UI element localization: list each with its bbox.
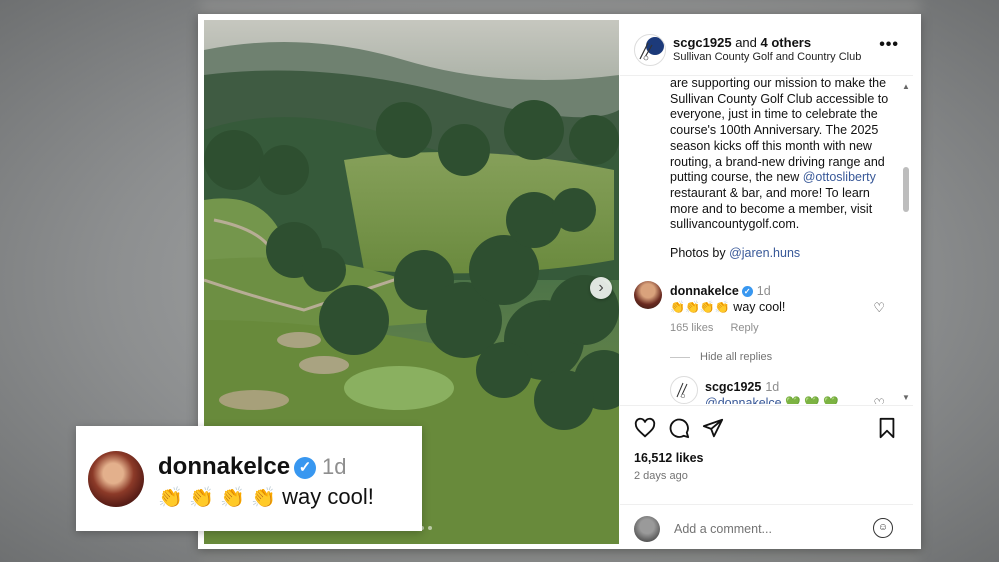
comment-likes[interactable]: 165 likes <box>670 322 713 334</box>
add-comment-bar: Add a comment... ☺ <box>620 504 913 545</box>
post-caption: are supporting our mission to make the S… <box>670 76 895 233</box>
caption-text: are supporting our mission to make the S… <box>670 76 889 185</box>
reply-mention-link[interactable]: @donnakelce <box>705 396 782 404</box>
reply-username[interactable]: scgc1925 1d <box>705 380 779 394</box>
callout-text-body: way cool! <box>282 484 374 509</box>
comment-meta: 165 likes Reply <box>670 322 773 334</box>
commenter-avatar[interactable] <box>634 281 662 309</box>
author-subtitle[interactable]: Sullivan County Golf and Country Club <box>673 51 861 63</box>
golf-logo-icon <box>676 382 688 399</box>
reply-button[interactable]: Reply <box>730 322 758 334</box>
divider <box>670 357 690 358</box>
others-count[interactable]: 4 others <box>761 35 812 50</box>
reply-avatar[interactable] <box>670 376 698 404</box>
post-header: scgc1925 and 4 others Sullivan County Go… <box>620 20 913 76</box>
clap-icon: 👏 <box>684 300 700 314</box>
clap-icon: 👏 <box>251 487 276 509</box>
emoji-icon[interactable]: ☺ <box>873 518 893 538</box>
credit-prefix: Photos by <box>670 246 730 260</box>
clap-icon: 👏 <box>158 487 183 509</box>
bookmark-icon[interactable] <box>876 417 898 439</box>
clap-icon: 👏 <box>714 300 730 314</box>
post-author[interactable]: scgc1925 and 4 others <box>673 35 811 50</box>
post-actions: 16,512 likes 2 days ago <box>620 405 913 514</box>
next-image-button[interactable]: › <box>590 277 612 299</box>
caption-text-end: restaurant & bar, and more! To learn mor… <box>670 185 873 232</box>
comment-input[interactable]: Add a comment... <box>674 522 772 536</box>
current-user-avatar <box>634 516 660 542</box>
others-text: and <box>735 35 757 50</box>
clap-icon: 👏 <box>189 487 214 509</box>
comment-username-text[interactable]: donnakelce <box>670 284 739 298</box>
comment-username[interactable]: donnakelce ✓ 1d <box>670 284 771 298</box>
comment-like-heart-icon[interactable]: ♡ <box>873 300 885 316</box>
reply-text: @donnakelce 💚 💚 💚 <box>705 396 839 404</box>
callout-username: donnakelce ✓ 1d <box>158 453 347 481</box>
heart-icon[interactable] <box>634 417 656 439</box>
green-hearts: 💚 💚 💚 <box>785 396 839 404</box>
comment-text: 👏👏👏👏 way cool! <box>670 300 785 314</box>
verified-icon: ✓ <box>294 456 317 479</box>
caption-mention-link[interactable]: @ottosliberty <box>803 170 876 184</box>
clap-icon: 👏 <box>670 300 685 314</box>
callout-avatar <box>88 451 144 507</box>
like-count[interactable]: 16,512 likes <box>634 451 704 465</box>
callout-username-text: donnakelce <box>158 453 291 480</box>
share-icon[interactable] <box>702 417 724 439</box>
comments-scrollbar[interactable]: ▲ ▼ <box>902 82 910 402</box>
comment-text-body: way cool! <box>733 300 786 314</box>
scroll-down-icon[interactable]: ▼ <box>902 393 910 402</box>
scrollbar-thumb[interactable] <box>903 167 909 212</box>
photo-credit: Photos by @jaren.huns <box>670 246 800 260</box>
golf-logo-icon <box>639 37 664 61</box>
scroll-up-icon[interactable]: ▲ <box>902 82 910 91</box>
verified-icon: ✓ <box>741 286 753 298</box>
reply-like-heart-icon[interactable]: ♡ <box>873 396 885 404</box>
zoomed-comment-callout: donnakelce ✓ 1d 👏 👏 👏 👏 way cool! <box>76 426 422 531</box>
clap-icon: 👏 <box>699 300 715 314</box>
reply-username-text[interactable]: scgc1925 <box>705 380 761 394</box>
post-sidebar: scgc1925 and 4 others Sullivan County Go… <box>620 20 913 544</box>
callout-time: 1d <box>322 454 347 479</box>
post-time: 2 days ago <box>634 470 688 482</box>
comment-time: 1d <box>756 284 771 298</box>
more-options-icon[interactable]: ••• <box>879 36 899 54</box>
carousel-dot <box>428 526 432 530</box>
credit-link[interactable]: @jaren.huns <box>729 246 800 260</box>
comments-scroll-area[interactable]: are supporting our mission to make the S… <box>620 76 913 404</box>
club-logo-avatar[interactable] <box>634 34 666 66</box>
callout-text: 👏 👏 👏 👏 way cool! <box>158 484 374 510</box>
comment-icon[interactable] <box>668 417 690 439</box>
author-username[interactable]: scgc1925 <box>673 35 732 50</box>
hide-replies-button[interactable]: Hide all replies <box>700 351 772 363</box>
clap-icon: 👏 <box>220 487 245 509</box>
reply-time: 1d <box>765 380 780 394</box>
